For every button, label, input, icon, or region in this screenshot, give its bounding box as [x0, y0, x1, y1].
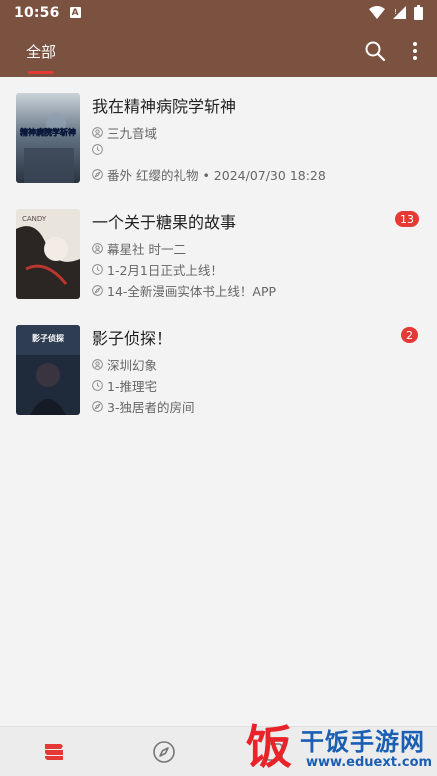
- unread-badge: 2: [401, 327, 418, 343]
- wifi-icon: [369, 6, 385, 19]
- comic-latest-update: [92, 144, 107, 155]
- comic-cover: 精神病院学斩神: [16, 93, 80, 183]
- comic-last-read: 番外 红缨的礼物 • 2024/07/30 18:28: [92, 165, 326, 184]
- comic-latest-update: 1-推理宅: [92, 376, 157, 395]
- watermark-url: www.eduext.com: [306, 755, 433, 770]
- status-time: 10:56: [14, 4, 60, 21]
- author-text: 三九音域: [107, 126, 158, 141]
- status-icons: !: [369, 5, 423, 20]
- explore-compass-icon[interactable]: [152, 740, 176, 764]
- clock-icon: [92, 264, 103, 275]
- comic-cover: 影子侦探: [16, 325, 80, 415]
- compass-icon: [92, 401, 103, 412]
- last-read-text: 14-全新漫画实体书上线！APP: [107, 284, 277, 299]
- more-vert-icon[interactable]: [405, 39, 425, 63]
- comic-author: 幕星社 时一二: [92, 239, 186, 258]
- comic-item[interactable]: CANDY 一个关于糖果的故事 13 幕星社 时一二 1-2月1日正式上线！ 1…: [0, 193, 437, 309]
- person-icon: [92, 359, 103, 370]
- latest-update-text: 1-推理宅: [107, 379, 157, 394]
- comic-item[interactable]: 影子侦探 影子侦探！ 2 深圳幻象 1-推理宅 3-独居者的房间: [0, 309, 437, 425]
- svg-text:!: !: [394, 8, 397, 16]
- comic-latest-update: 1-2月1日正式上线！: [92, 260, 223, 279]
- unread-badge: 13: [395, 211, 419, 227]
- comic-last-read: 3-独居者的房间: [92, 397, 194, 416]
- tab-all[interactable]: 全部: [18, 25, 64, 77]
- cover-title-text: CANDY: [22, 215, 47, 223]
- comic-author: 三九音域: [92, 123, 157, 142]
- compass-icon: [92, 169, 103, 180]
- last-read-text: 番外 红缨的礼物 • 2024/07/30 18:28: [107, 168, 326, 183]
- person-icon: [92, 127, 103, 138]
- comic-author: 深圳幻象: [92, 355, 157, 374]
- cover-title-text: 精神病院学斩神: [20, 127, 76, 137]
- comic-cover: CANDY: [16, 209, 80, 299]
- comic-last-read: 14-全新漫画实体书上线！APP: [92, 281, 276, 300]
- watermark-logo: 饭: [246, 720, 292, 774]
- author-text: 幕星社 时一二: [107, 242, 186, 257]
- watermark-name: 干饭手游网: [300, 728, 425, 756]
- comic-title: 影子侦探！: [92, 329, 173, 348]
- comic-title: 我在精神病院学斩神: [92, 97, 237, 116]
- watermark: 饭 干饭手游网 www.eduext.com: [240, 718, 437, 776]
- comic-item[interactable]: 精神病院学斩神 我在精神病院学斩神 三九音域 番外 红缨的礼物 • 2024/0…: [0, 77, 437, 193]
- cover-title-text: 影子侦探: [32, 333, 65, 343]
- app-bar: 全部: [0, 25, 437, 77]
- compass-icon: [92, 285, 103, 296]
- search-icon[interactable]: [363, 39, 387, 63]
- a-box-icon: A: [69, 7, 81, 18]
- person-icon: [92, 243, 103, 254]
- status-bar: 10:56 A !: [0, 0, 437, 25]
- clock-icon: [92, 144, 103, 155]
- bookshelf-icon[interactable]: [42, 740, 66, 764]
- comic-title: 一个关于糖果的故事: [92, 213, 237, 232]
- latest-update-text: 1-2月1日正式上线！: [107, 263, 223, 278]
- signal-icon: !: [393, 6, 406, 19]
- battery-icon: [414, 5, 423, 20]
- author-text: 深圳幻象: [107, 358, 158, 373]
- clock-icon: [92, 380, 103, 391]
- last-read-text: 3-独居者的房间: [107, 400, 195, 415]
- tab-indicator: [28, 71, 54, 74]
